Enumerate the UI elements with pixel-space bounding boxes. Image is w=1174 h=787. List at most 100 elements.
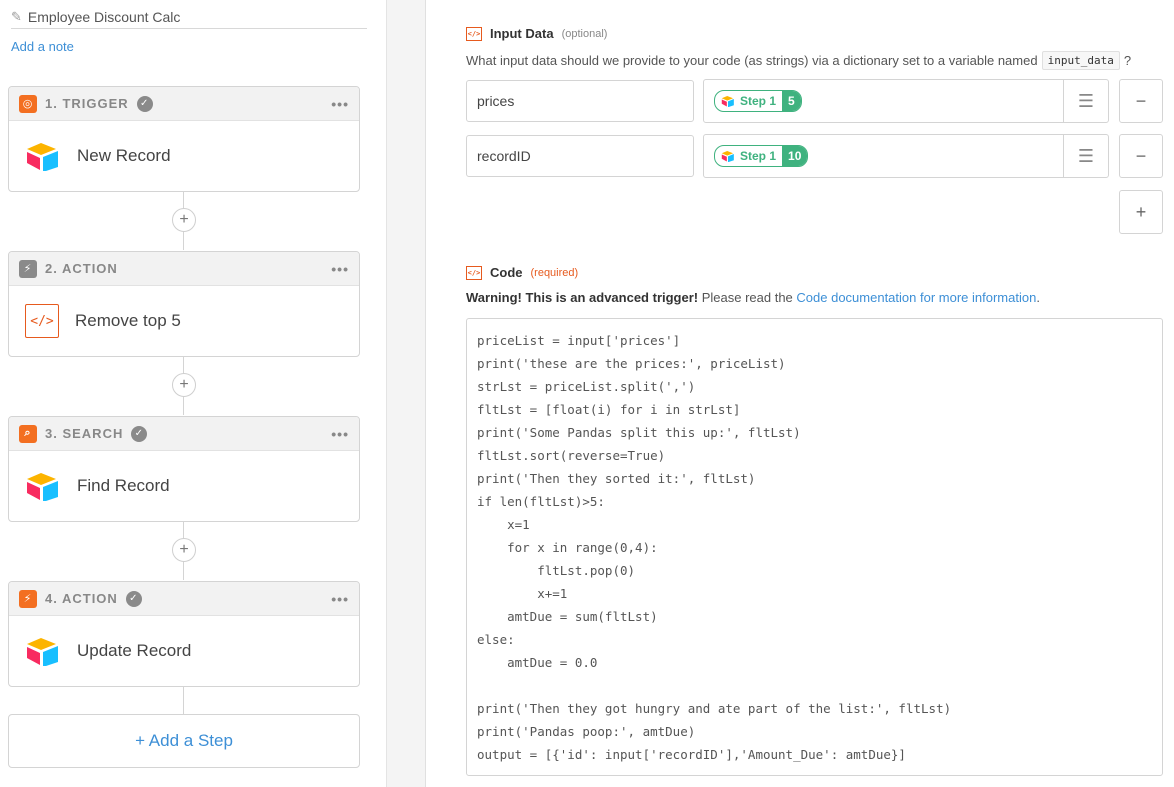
lightning-icon: ⚡ <box>19 589 37 608</box>
step-field-pill[interactable]: Step 1 5 <box>714 90 802 112</box>
code-line: for x in range(0,4): <box>477 540 658 555</box>
input-value-field[interactable]: Step 1 5 ☰ <box>703 79 1109 123</box>
step-header: ⚡ 4. ACTION ✓ ••• <box>9 582 359 616</box>
pencil-icon: ✎ <box>11 9 22 24</box>
input-data-description: What input data should we provide to you… <box>466 51 1131 70</box>
step-header: ⚡ 2. ACTION ••• <box>9 252 359 286</box>
code-icon: </> <box>466 265 482 280</box>
pill-label: Step 1 <box>715 149 782 163</box>
remove-row-button[interactable]: − <box>1119 134 1163 178</box>
code-line: if len(fltLst)>5: <box>477 494 605 509</box>
code-line: fltLst = [float(i) for i in strLst] <box>477 402 741 417</box>
step-name: New Record <box>77 146 171 165</box>
pill-label: Step 1 <box>715 94 782 108</box>
step-name: Find Record <box>77 476 170 495</box>
code-icon: </> <box>25 304 59 338</box>
warning-end: . <box>1036 290 1040 305</box>
code-line: else: <box>477 632 515 647</box>
code-line: amtDue = 0.0 <box>477 655 598 670</box>
add-note-link[interactable]: Add a note <box>11 39 74 54</box>
airtable-icon <box>721 95 734 107</box>
code-line: print('Pandas poop:', amtDue) <box>477 724 696 739</box>
description-text: What input data should we provide to you… <box>466 53 1038 68</box>
step-header: ⌕ 3. SEARCH ✓ ••• <box>9 417 359 451</box>
input-data-title: Input Data <box>490 26 554 41</box>
code-line: x=1 <box>477 517 530 532</box>
required-label: (required) <box>530 266 579 279</box>
pill-step: Step 1 <box>740 94 777 108</box>
insert-step-button[interactable]: + <box>172 538 196 562</box>
airtable-icon <box>27 143 58 171</box>
more-options-icon[interactable]: ••• <box>331 426 349 442</box>
code-line: fltLst.sort(reverse=True) <box>477 448 666 463</box>
warning-text: Please read the <box>698 290 797 305</box>
lightning-icon: ⚡ <box>19 259 37 278</box>
step-card-4[interactable]: ⚡ 4. ACTION ✓ ••• Update Record <box>8 581 360 687</box>
add-row-button[interactable]: + <box>1119 190 1163 234</box>
step-body[interactable]: Update Record <box>9 616 359 686</box>
remove-row-button[interactable]: − <box>1119 79 1163 123</box>
step-field-pill[interactable]: Step 1 10 <box>714 145 809 167</box>
step-body[interactable]: New Record <box>9 121 359 191</box>
help-icon[interactable]: ? <box>1124 53 1131 68</box>
step-header-label: 4. ACTION <box>45 591 118 606</box>
code-warning: Warning! This is an advanced trigger! Pl… <box>466 290 1040 305</box>
input-value-field[interactable]: Step 1 10 ☰ <box>703 134 1109 178</box>
more-options-icon[interactable]: ••• <box>331 96 349 112</box>
code-line: output = [{'id': input['recordID'],'Amou… <box>477 747 906 762</box>
check-icon: ✓ <box>125 590 142 607</box>
zap-editor-sidebar: ✎ Employee Discount Calc Add a note ◎ 1.… <box>0 0 387 787</box>
step-header-label: 3. SEARCH <box>45 426 124 441</box>
code-line: print('Then they got hungry and ate part… <box>477 701 952 716</box>
insert-field-icon[interactable]: ☰ <box>1063 80 1108 122</box>
code-line: print('Some Pandas split this up:', fltL… <box>477 425 801 440</box>
pill-field-number: 10 <box>782 146 808 166</box>
zap-title: Employee Discount Calc <box>27 9 181 25</box>
code-line: priceList = input['prices'] <box>477 333 681 348</box>
airtable-icon <box>27 473 58 501</box>
code-icon: </> <box>466 26 482 41</box>
check-icon: ✓ <box>131 425 148 442</box>
code-line: print('these are the prices:', priceList… <box>477 356 786 371</box>
input-data-heading: </> Input Data (optional) <box>466 26 607 41</box>
search-icon: ⌕ <box>19 424 37 443</box>
pill-step: Step 1 <box>740 149 777 163</box>
insert-step-button[interactable]: + <box>172 373 196 397</box>
step-body[interactable]: Find Record <box>9 451 359 521</box>
step-header: ◎ 1. TRIGGER ✓ ••• <box>9 87 359 121</box>
code-editor[interactable]: priceList = input['prices'] print('these… <box>466 318 1163 776</box>
step-body[interactable]: </> Remove top 5 <box>9 286 359 356</box>
step-name: Remove top 5 <box>75 311 181 330</box>
step-header-label: 1. TRIGGER <box>45 96 129 111</box>
variable-name: input_data <box>1041 51 1120 70</box>
input-key-field[interactable]: recordID <box>466 135 694 177</box>
code-docs-link[interactable]: Code documentation for more information <box>796 290 1036 305</box>
airtable-icon <box>721 150 734 162</box>
airtable-icon <box>27 638 58 666</box>
zap-title-field[interactable]: ✎ Employee Discount Calc <box>11 6 367 29</box>
check-icon: ✓ <box>136 95 153 112</box>
panel-divider <box>387 0 426 787</box>
more-options-icon[interactable]: ••• <box>331 591 349 607</box>
code-line: x+=1 <box>477 586 568 601</box>
step-card-1[interactable]: ◎ 1. TRIGGER ✓ ••• New Record <box>8 86 360 192</box>
step-card-2[interactable]: ⚡ 2. ACTION ••• </> Remove top 5 <box>8 251 360 357</box>
step-card-3[interactable]: ⌕ 3. SEARCH ✓ ••• Find Record <box>8 416 360 522</box>
step-name: Update Record <box>77 641 192 660</box>
code-line: print('Then they sorted it:', fltLst) <box>477 471 756 486</box>
insert-step-button[interactable]: + <box>172 208 196 232</box>
input-key-field[interactable]: prices <box>466 80 694 122</box>
step-header-label: 2. ACTION <box>45 261 118 276</box>
code-line: strLst = priceList.split(',') <box>477 379 696 394</box>
more-options-icon[interactable]: ••• <box>331 261 349 277</box>
code-heading: </> Code (required) <box>466 265 578 280</box>
warning-bold: Warning! This is an advanced trigger! <box>466 290 699 305</box>
code-line: fltLst.pop(0) <box>477 563 636 578</box>
insert-field-icon[interactable]: ☰ <box>1063 135 1108 177</box>
connector-line <box>183 687 184 714</box>
code-title: Code <box>490 265 523 280</box>
add-step-button[interactable]: + Add a Step <box>8 714 360 768</box>
code-line: amtDue = sum(fltLst) <box>477 609 658 624</box>
optional-label: (optional) <box>561 27 608 40</box>
